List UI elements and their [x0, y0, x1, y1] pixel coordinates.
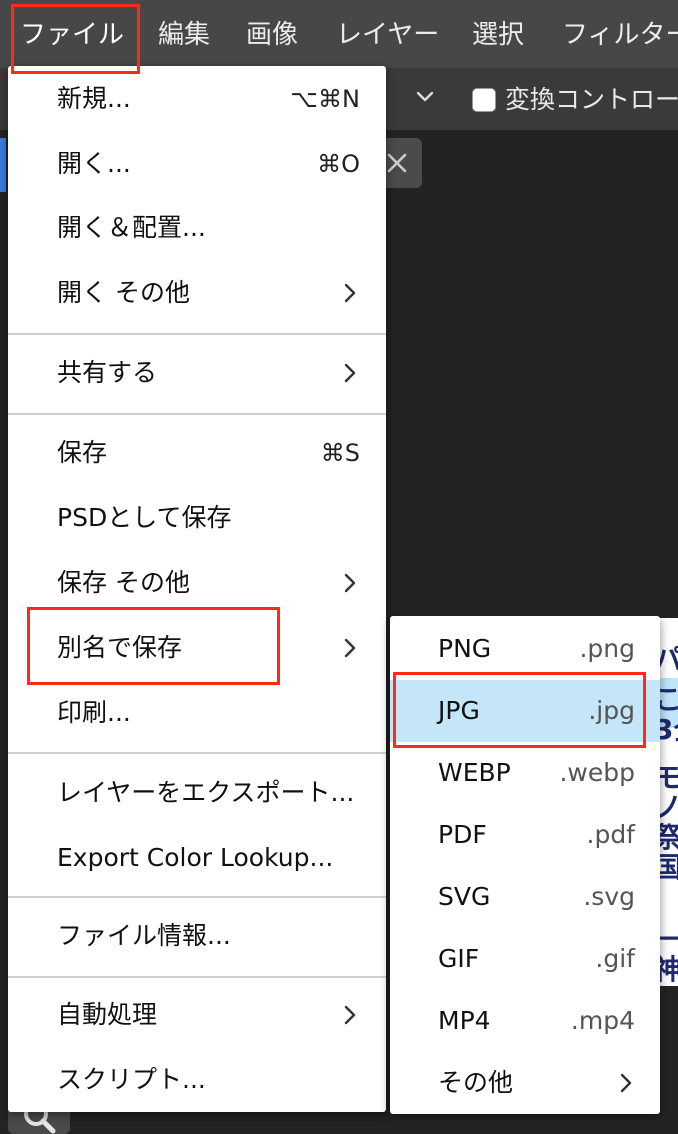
menu-item-new[interactable]: 新規... ⌥⌘N — [8, 68, 386, 130]
format-label: SVG — [438, 882, 491, 911]
format-extension: .webp — [559, 758, 635, 787]
submenu-item-webp[interactable]: WEBP .webp — [390, 742, 660, 804]
menu-filter[interactable]: フィルター — [562, 0, 678, 68]
menu-item-label: 開く その他 — [57, 278, 190, 307]
submenu-item-pdf[interactable]: PDF .pdf — [390, 804, 660, 866]
chevron-right-icon — [344, 638, 356, 658]
submenu-item-mp4[interactable]: MP4 .mp4 — [390, 990, 660, 1052]
menu-item-open-other[interactable]: 開く その他 — [8, 262, 386, 324]
chevron-right-icon — [344, 283, 356, 303]
menu-item-scripts[interactable]: スクリプト... — [8, 1049, 386, 1111]
menu-item-file-info[interactable]: ファイル情報... — [8, 905, 386, 967]
transform-control-label: 変換コントロー — [505, 85, 678, 114]
menu-item-label: 開く＆配置... — [57, 213, 206, 242]
menu-item-label: 印刷... — [57, 698, 131, 727]
menu-item-label: Export Color Lookup... — [57, 843, 334, 872]
format-extension: .gif — [595, 944, 635, 973]
menu-item-open[interactable]: 開く... ⌘O — [8, 133, 386, 195]
annotation-highlight-jpg — [393, 672, 646, 748]
submenu-item-png[interactable]: PNG .png — [390, 618, 660, 680]
chevron-right-icon — [344, 573, 356, 593]
menu-separator — [8, 896, 386, 898]
menu-item-label: 保存 その他 — [57, 568, 190, 597]
menu-item-open-and-place[interactable]: 開く＆配置... — [8, 197, 386, 259]
format-extension: .mp4 — [570, 1006, 635, 1035]
chevron-right-icon — [344, 363, 356, 383]
menu-image[interactable]: 画像 — [246, 0, 298, 68]
menu-item-label: ファイル情報... — [57, 921, 231, 950]
menu-item-label: 保存 — [57, 438, 108, 467]
menu-edit[interactable]: 編集 — [158, 0, 210, 68]
format-label: GIF — [438, 944, 480, 973]
menu-select[interactable]: 選択 — [472, 0, 524, 68]
menu-layer[interactable]: レイヤー — [336, 0, 439, 68]
menu-separator — [8, 333, 386, 335]
menu-item-save-as-psd[interactable]: PSDとして保存 — [8, 487, 386, 549]
menu-item-label: レイヤーをエクスポート... — [57, 778, 355, 807]
format-extension: .svg — [583, 882, 635, 911]
format-label: WEBP — [438, 758, 511, 787]
menu-item-shortcut: ⌘S — [320, 439, 360, 467]
chevron-down-icon[interactable] — [412, 84, 438, 110]
format-label: PNG — [438, 634, 492, 663]
format-label: その他 — [438, 1068, 514, 1097]
menu-item-automate[interactable]: 自動処理 — [8, 984, 386, 1046]
menu-separator — [8, 413, 386, 415]
format-label: MP4 — [438, 1006, 491, 1035]
submenu-item-svg[interactable]: SVG .svg — [390, 866, 660, 928]
menu-item-label: スクリプト... — [57, 1065, 206, 1094]
menu-separator — [8, 976, 386, 978]
menu-item-label: PSDとして保存 — [57, 503, 232, 532]
menu-item-print[interactable]: 印刷... — [8, 682, 386, 744]
format-extension: .png — [579, 634, 635, 663]
submenu-item-other[interactable]: その他 — [390, 1052, 660, 1114]
menu-item-shortcut: ⌘O — [317, 150, 360, 178]
transform-control-checkbox[interactable] — [472, 88, 496, 112]
menu-item-export-layers[interactable]: レイヤーをエクスポート... — [8, 762, 386, 824]
menu-separator — [8, 752, 386, 754]
menu-item-label: 開く... — [57, 149, 131, 178]
menu-item-share[interactable]: 共有する — [8, 342, 386, 404]
menu-item-export-color-lookup[interactable]: Export Color Lookup... — [8, 827, 386, 889]
chevron-right-icon — [620, 1073, 632, 1093]
annotation-highlight-file-menu — [11, 4, 140, 74]
menu-item-label: 共有する — [57, 358, 158, 387]
format-label: PDF — [438, 820, 487, 849]
annotation-highlight-save-as — [27, 607, 280, 685]
chevron-right-icon — [344, 1005, 356, 1025]
submenu-item-gif[interactable]: GIF .gif — [390, 928, 660, 990]
format-extension: .pdf — [586, 820, 636, 849]
close-icon — [387, 153, 407, 173]
menu-item-label: 自動処理 — [57, 1000, 158, 1029]
active-tool-indicator — [0, 138, 6, 192]
menu-item-save-other[interactable]: 保存 その他 — [8, 552, 386, 614]
menu-item-save[interactable]: 保存 ⌘S — [8, 422, 386, 484]
file-menu: 新規... ⌥⌘N 開く... ⌘O 開く＆配置... 開く その他 共有する … — [8, 66, 386, 1112]
menu-item-shortcut: ⌥⌘N — [290, 85, 360, 113]
menu-item-label: 新規... — [57, 84, 131, 113]
